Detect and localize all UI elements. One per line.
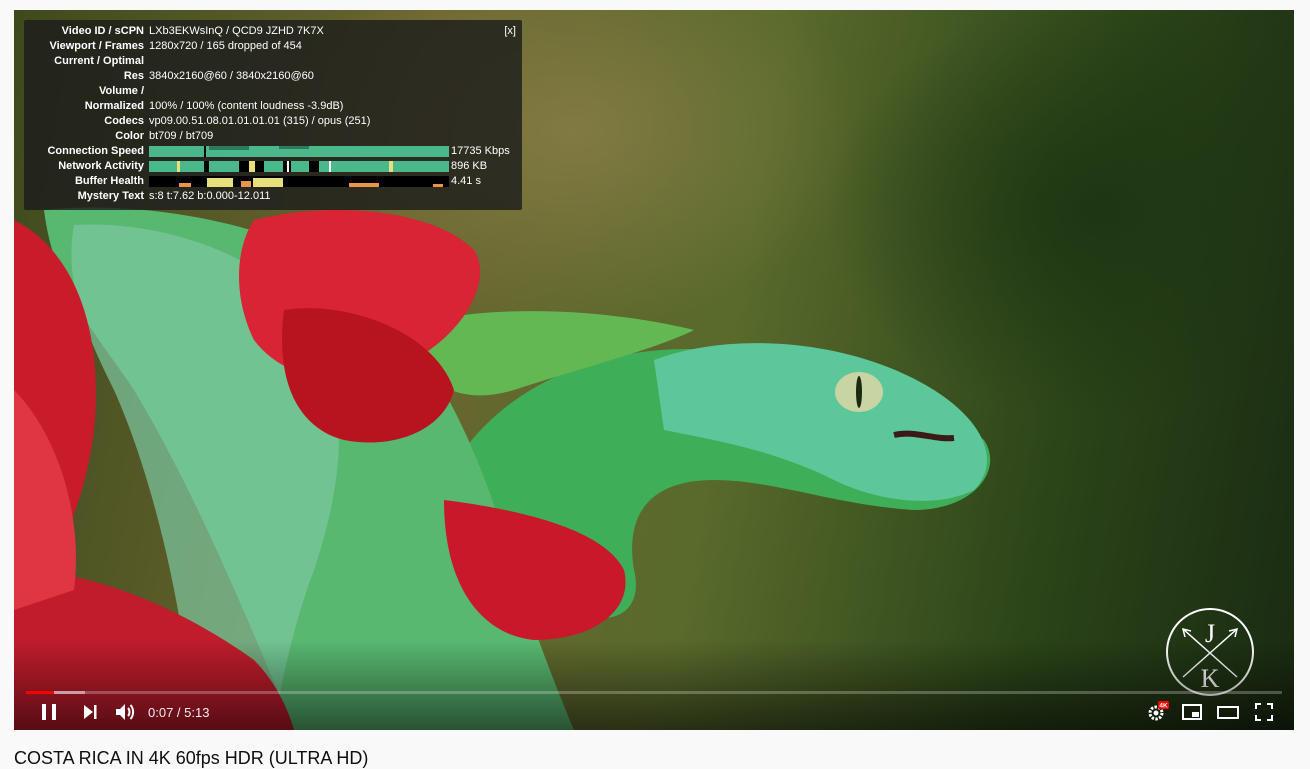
mute-button[interactable] <box>113 700 137 724</box>
stats-value: 3840x2160@60 / 3840x2160@60 <box>149 70 314 82</box>
stats-value: bt709 / bt709 <box>149 130 214 142</box>
video-player[interactable]: [x] Video ID / sCPN LXb3EKWsInQ / QCD9 J… <box>14 10 1294 730</box>
stats-label: Mystery Text <box>77 190 144 202</box>
gear-icon: 4K <box>1148 701 1169 721</box>
stats-label: Codecs <box>104 115 144 127</box>
stats-label: Buffer Health <box>74 175 144 187</box>
quality-badge: 4K <box>1159 703 1168 710</box>
pause-icon <box>42 704 56 720</box>
stats-close-button[interactable]: [x] <box>504 24 516 39</box>
stats-label: Video ID / sCPN <box>61 25 144 37</box>
theater-icon <box>1217 706 1239 719</box>
stats-row-volume: Volume / <box>24 84 522 99</box>
stats-row-viewport: Viewport / Frames 1280x720 / 165 dropped… <box>24 39 522 54</box>
pause-button[interactable] <box>37 700 61 724</box>
stats-row-codecs: Codecs vp09.00.51.08.01.01.01.01 (315) /… <box>24 114 522 129</box>
stats-value: vp09.00.51.08.01.01.01.01 (315) / opus (… <box>149 115 371 127</box>
next-button[interactable] <box>78 700 102 724</box>
volume-icon <box>116 704 135 720</box>
time-display: 0:07 / 5:13 <box>148 705 210 720</box>
stats-label: Viewport / Frames <box>49 40 144 52</box>
stats-label: Volume / <box>98 85 144 97</box>
fullscreen-icon <box>1255 703 1273 721</box>
stats-row-res: Res 3840x2160@60 / 3840x2160@60 <box>24 69 522 84</box>
stats-value: 100% / 100% (content loudness -3.9dB) <box>149 100 344 112</box>
stats-label: Connection Speed <box>47 145 144 157</box>
stats-row-current-optimal: Current / Optimal <box>24 54 522 69</box>
stats-row-mystery-text: Mystery Text s:8 t:7.62 b:0.000-12.011 <box>24 189 522 204</box>
connection-speed-graph <box>149 146 449 157</box>
connection-speed-value: 17735 Kbps <box>451 145 510 157</box>
stats-value: 4.41 s <box>149 174 481 189</box>
stats-label: Current / Optimal <box>54 55 144 67</box>
theater-mode-button[interactable] <box>1216 700 1240 724</box>
stats-row-connection-speed: Connection Speed 17735 Kbps <box>24 144 522 159</box>
network-activity-value: 896 KB <box>451 160 488 172</box>
stats-value: 1280x720 / 165 dropped of 454 <box>149 40 302 52</box>
miniplayer-icon <box>1182 704 1202 720</box>
progress-bar[interactable] <box>26 691 1282 694</box>
player-controls: 0:07 / 5:13 4K <box>14 700 1294 724</box>
stats-row-network-activity: Network Activity 896 KB <box>24 159 522 174</box>
buffer-health-graph <box>149 176 449 187</box>
miniplayer-button[interactable] <box>1180 700 1204 724</box>
stats-row-color: Color bt709 / bt709 <box>24 129 522 144</box>
stats-label: Color <box>115 130 144 142</box>
stats-row-normalized: Normalized 100% / 100% (content loudness… <box>24 99 522 114</box>
stats-value: LXb3EKWsInQ / QCD9 JZHD 7K7X <box>149 25 324 37</box>
stats-value: 896 KB <box>149 159 487 174</box>
network-activity-graph <box>149 161 449 172</box>
stats-label: Res <box>123 70 144 82</box>
settings-button[interactable]: 4K <box>1145 700 1169 724</box>
fullscreen-button[interactable] <box>1252 700 1276 724</box>
stats-label: Normalized <box>84 100 144 112</box>
buffer-health-value: 4.41 s <box>451 175 481 187</box>
video-title: COSTA RICA IN 4K 60fps HDR (ULTRA HD) <box>14 748 369 768</box>
stats-value: 17735 Kbps <box>149 144 510 159</box>
stats-label: Network Activity <box>58 160 144 172</box>
stats-row-video-id: Video ID / sCPN LXb3EKWsInQ / QCD9 JZHD … <box>24 24 522 39</box>
stats-for-nerds-panel: [x] Video ID / sCPN LXb3EKWsInQ / QCD9 J… <box>24 20 522 210</box>
stats-value: s:8 t:7.62 b:0.000-12.011 <box>149 190 271 202</box>
stats-row-buffer-health: Buffer Health 4.41 s <box>24 174 522 189</box>
next-icon <box>84 705 97 719</box>
progress-played <box>26 691 54 694</box>
